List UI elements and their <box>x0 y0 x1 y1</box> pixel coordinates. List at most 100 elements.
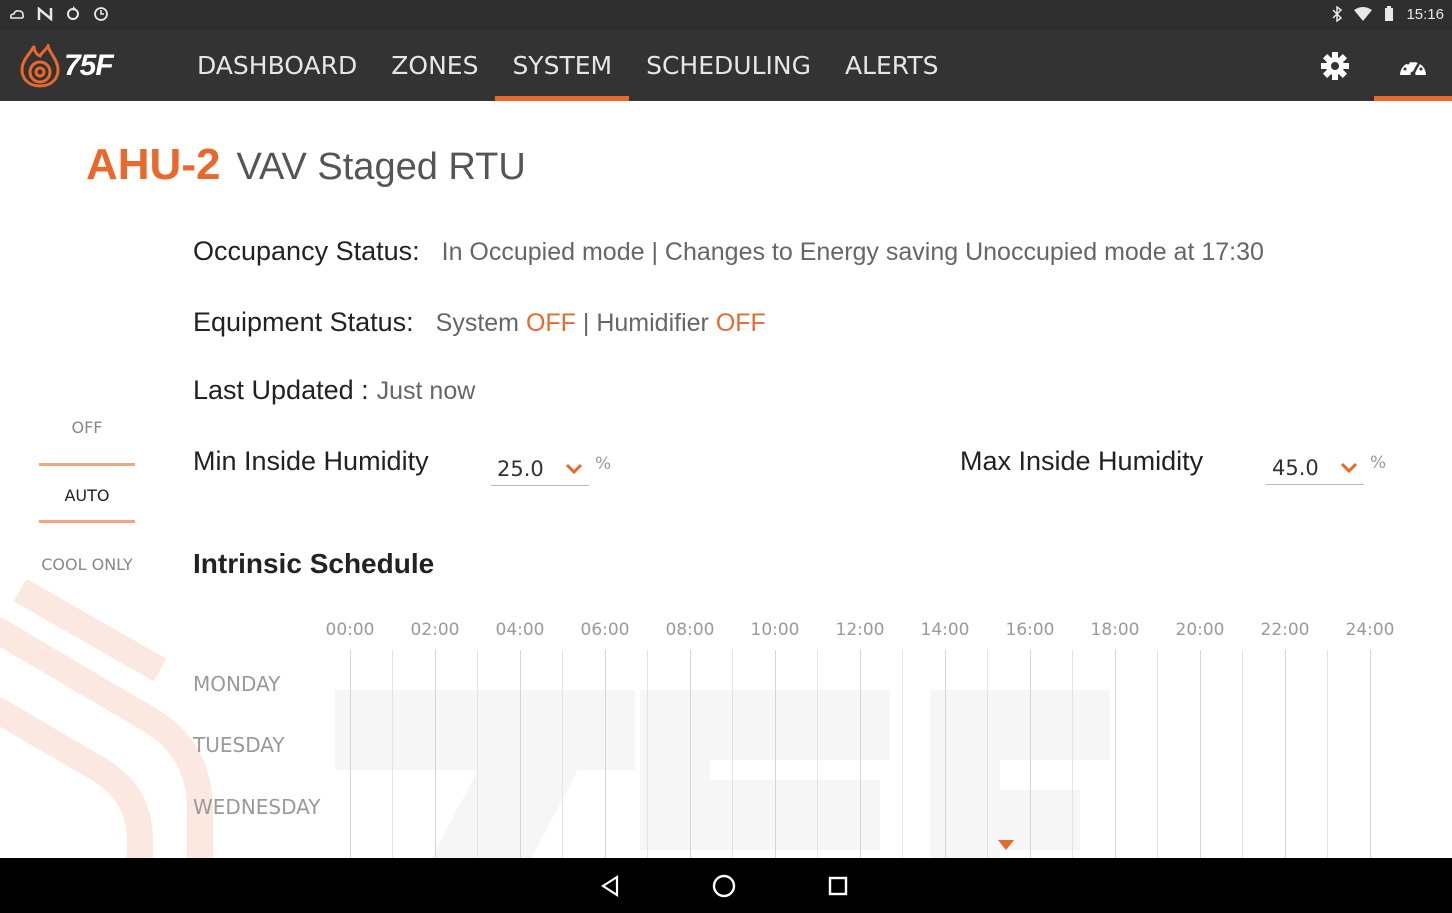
chevron-down-icon <box>565 463 583 474</box>
last-updated-value: Just now <box>376 377 476 405</box>
bluetooth-icon <box>1328 5 1346 23</box>
system-state: OFF <box>525 309 576 337</box>
grid-line <box>1327 650 1328 858</box>
grid-line <box>902 650 903 858</box>
system-label: System <box>435 309 519 337</box>
mode-off[interactable]: OFF <box>38 418 136 437</box>
grid-line <box>520 650 521 858</box>
tab-zones[interactable]: ZONES <box>374 30 495 101</box>
grid-line <box>435 650 436 858</box>
gauge-icon <box>1400 59 1426 76</box>
min-humidity-value: 25.0 <box>497 456 544 481</box>
battery-icon <box>1380 5 1398 23</box>
grid-line <box>860 650 861 858</box>
hour-tick: 20:00 <box>1175 620 1225 640</box>
hour-tick: 16:00 <box>1005 620 1055 640</box>
unit-type: VAV Staged RTU <box>236 146 526 188</box>
hour-tick: 24:00 <box>1345 620 1395 640</box>
max-humidity-control: Max Inside Humidity <box>960 446 1203 477</box>
grid-line <box>1242 650 1243 858</box>
cloud-outline-icon <box>8 5 26 23</box>
grid-line <box>1072 650 1073 858</box>
grid-line <box>690 650 691 858</box>
android-status-bar: 15:16 <box>0 0 1452 30</box>
grid-line <box>605 650 606 858</box>
wifi-icon <box>1354 5 1373 23</box>
n-icon <box>36 5 54 23</box>
max-humidity-label: Max Inside Humidity <box>960 446 1204 476</box>
grid-line <box>1030 650 1031 858</box>
hour-tick: 12:00 <box>835 620 885 640</box>
mode-divider <box>39 520 135 523</box>
brand-logo[interactable]: 75F <box>20 44 114 88</box>
occupancy-status-value: In Occupied mode | Changes to Energy sav… <box>441 238 1264 266</box>
max-humidity-unit: % <box>1370 453 1387 473</box>
max-humidity-select[interactable]: 45.0 <box>1266 451 1364 485</box>
schedule-title: Intrinsic Schedule <box>193 548 435 579</box>
main-nav: DASHBOARD ZONES SYSTEM SCHEDULING ALERTS <box>180 30 955 101</box>
grid-line <box>1157 650 1158 858</box>
hour-tick: 14:00 <box>920 620 970 640</box>
current-time-marker <box>998 840 1014 850</box>
recents-button[interactable] <box>822 870 854 902</box>
tab-system[interactable]: SYSTEM <box>495 30 629 101</box>
clock-icon <box>92 5 110 23</box>
mode-auto[interactable]: AUTO <box>38 486 136 505</box>
unit-id: AHU-2 <box>86 140 221 189</box>
tab-scheduling[interactable]: SCHEDULING <box>629 30 828 101</box>
mode-cool-only[interactable]: COOL ONLY <box>38 555 136 574</box>
hour-tick: 18:00 <box>1090 620 1140 640</box>
grid-line <box>562 650 563 858</box>
equipment-status-value: System OFF | Humidifier OFF <box>436 309 766 338</box>
grid-line <box>775 650 776 858</box>
grid-line <box>817 650 818 858</box>
sync-icon <box>64 5 82 23</box>
grid-line <box>945 650 946 858</box>
min-humidity-select[interactable]: 25.0 <box>491 452 589 486</box>
back-icon <box>600 875 619 897</box>
equipment-status-row: Equipment Status: System OFF | Humidifie… <box>193 307 766 338</box>
back-button[interactable] <box>594 870 626 902</box>
status-time: 15:16 <box>1406 5 1444 23</box>
flame-logo-icon <box>20 44 60 88</box>
grid-line <box>1370 650 1371 858</box>
hour-tick: 10:00 <box>750 620 800 640</box>
min-humidity-label: Min Inside Humidity <box>193 446 429 476</box>
grid-line <box>1285 650 1286 858</box>
humidifier-label: | Humidifier <box>582 309 709 337</box>
day-label-tuesday: TUESDAY <box>193 733 285 757</box>
day-label-monday: MONDAY <box>193 672 281 696</box>
last-updated-label: Last Updated : <box>193 375 369 405</box>
hour-tick: 06:00 <box>580 620 630 640</box>
gear-icon <box>1321 51 1349 80</box>
tab-alerts[interactable]: ALERTS <box>828 30 956 101</box>
occupancy-status-row: Occupancy Status: In Occupied mode | Cha… <box>193 236 1264 267</box>
chevron-down-icon <box>1340 462 1358 473</box>
humidifier-state: OFF <box>715 309 766 337</box>
occupancy-status-label: Occupancy Status: <box>193 236 420 266</box>
settings-button[interactable] <box>1296 30 1374 101</box>
equipment-status-label: Equipment Status: <box>193 307 414 337</box>
grid-line <box>1200 650 1201 858</box>
last-updated-row: Last Updated : Just now <box>193 375 475 406</box>
home-icon <box>712 874 736 898</box>
hour-tick: 22:00 <box>1260 620 1310 640</box>
grid-line <box>392 650 393 858</box>
max-humidity-value: 45.0 <box>1272 455 1319 480</box>
android-nav-bar <box>0 858 1452 913</box>
logo-text: 75F <box>64 49 114 82</box>
dashboard-gauge-button[interactable] <box>1374 30 1452 101</box>
hour-tick: 00:00 <box>325 620 375 640</box>
day-label-wednesday: WEDNESDAY <box>193 795 321 819</box>
tab-dashboard[interactable]: DASHBOARD <box>180 30 374 101</box>
grid-line <box>477 650 478 858</box>
grid-line <box>732 650 733 858</box>
app-bar: 75F DASHBOARD ZONES SYSTEM SCHEDULING AL… <box>0 30 1452 101</box>
grid-line <box>647 650 648 858</box>
recents-icon <box>828 876 848 896</box>
min-humidity-unit: % <box>595 454 612 474</box>
mode-divider <box>39 463 135 466</box>
min-humidity-control: Min Inside Humidity <box>193 446 429 477</box>
home-button[interactable] <box>708 870 740 902</box>
hour-tick: 04:00 <box>495 620 545 640</box>
